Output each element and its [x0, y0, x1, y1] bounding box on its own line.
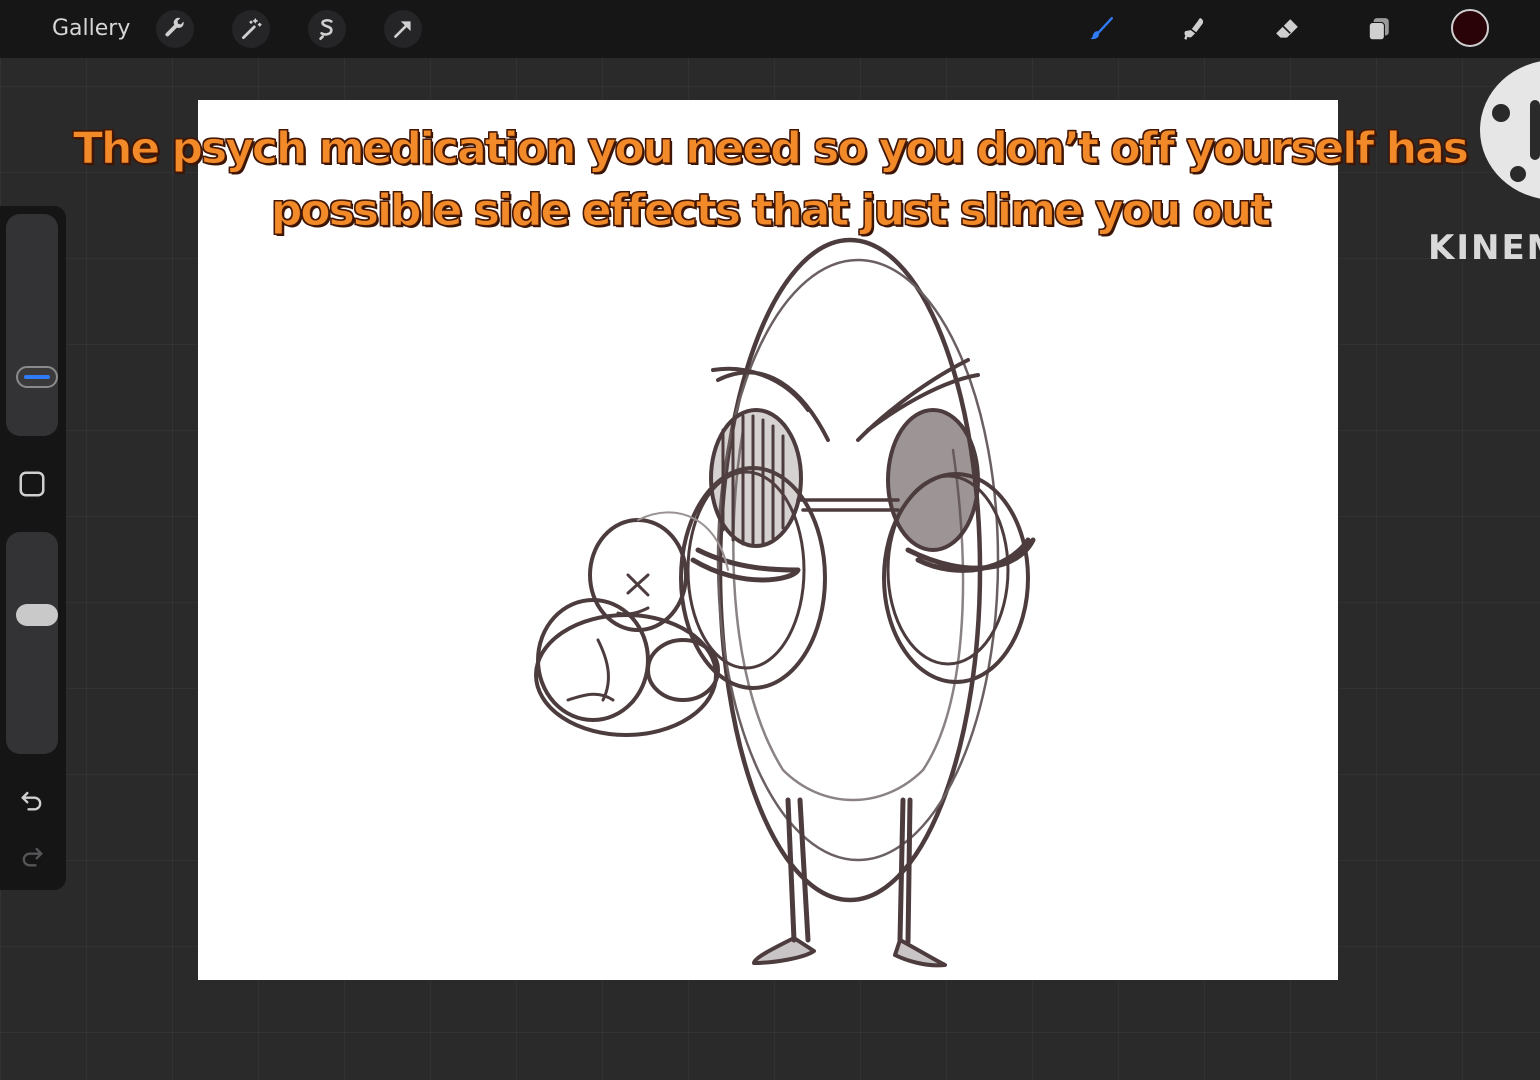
color-picker-button[interactable]: [1451, 9, 1489, 47]
video-caption: The psych medication you need so you don…: [60, 118, 1480, 242]
smudge-icon[interactable]: [1175, 10, 1213, 48]
caption-line-1: The psych medication you need so you don…: [73, 123, 1470, 175]
layers-icon[interactable]: [1360, 10, 1398, 48]
undo-icon[interactable]: [12, 780, 52, 820]
selection-icon[interactable]: [308, 10, 346, 48]
transform-arrow-icon[interactable]: [384, 10, 422, 48]
square-modify-icon[interactable]: [12, 464, 52, 504]
watermark-text: KINEM: [1428, 228, 1540, 268]
brush-size-slider[interactable]: [6, 214, 58, 436]
brush-size-thumb[interactable]: [16, 366, 58, 388]
eraser-icon[interactable]: [1268, 10, 1306, 48]
brush-icon[interactable]: [1082, 10, 1120, 48]
magic-wand-icon[interactable]: [232, 10, 270, 48]
opacity-thumb[interactable]: [16, 604, 58, 626]
brush-size-indicator: [24, 375, 50, 379]
wrench-icon[interactable]: [156, 10, 194, 48]
left-sidebar: [0, 206, 66, 890]
caption-line-2: possible side effects that just slime yo…: [270, 185, 1271, 237]
gallery-button[interactable]: Gallery: [52, 16, 130, 41]
watermark-logo: [1480, 60, 1540, 200]
redo-icon[interactable]: [12, 836, 52, 876]
procreate-screen: Gallery The psych medication you need so…: [0, 0, 1540, 1080]
opacity-slider[interactable]: [6, 532, 58, 754]
top-toolbar: Gallery: [0, 0, 1540, 58]
